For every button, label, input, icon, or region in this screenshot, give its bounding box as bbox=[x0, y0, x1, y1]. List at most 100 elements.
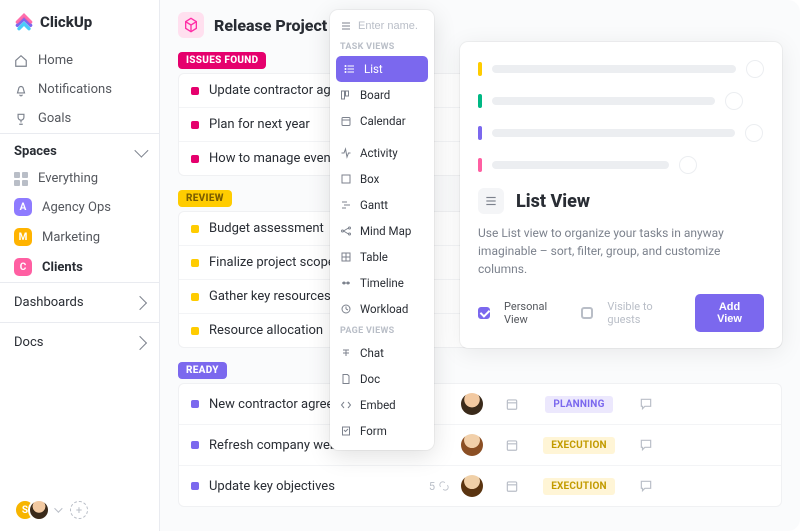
comment-icon[interactable] bbox=[639, 397, 653, 411]
sidebar-space-item[interactable]: AAgency Ops bbox=[0, 192, 159, 222]
nav-label: Notifications bbox=[38, 82, 112, 97]
visible-guests-label: Visible to guests bbox=[607, 300, 681, 326]
status-dot bbox=[191, 293, 199, 301]
activity-icon bbox=[340, 147, 352, 159]
view-option-label: Workload bbox=[360, 302, 408, 316]
task-row[interactable]: Update key objectives5 EXECUTION bbox=[179, 466, 781, 506]
view-option-label: Gantt bbox=[360, 198, 388, 212]
view-option-doc[interactable]: Doc bbox=[330, 366, 434, 392]
comment-icon[interactable] bbox=[639, 438, 653, 452]
view-option-board[interactable]: Board bbox=[330, 82, 434, 108]
add-view-button[interactable]: Add View bbox=[695, 294, 764, 332]
status-chip[interactable]: EXECUTION bbox=[543, 437, 615, 454]
view-option-mind-map[interactable]: Mind Map bbox=[330, 218, 434, 244]
view-option-gantt[interactable]: Gantt bbox=[330, 192, 434, 218]
group-badge[interactable]: REVIEW bbox=[178, 190, 232, 207]
home-icon bbox=[14, 54, 28, 68]
doc-icon bbox=[340, 373, 352, 385]
section-label: Docs bbox=[14, 335, 43, 350]
view-detail-panel: List View Use List view to organize your… bbox=[460, 42, 782, 348]
chevron-right-icon bbox=[133, 335, 147, 349]
space-everything[interactable]: Everything bbox=[0, 165, 159, 192]
view-option-box[interactable]: Box bbox=[330, 166, 434, 192]
space-label: Clients bbox=[42, 260, 83, 275]
sidebar-space-item[interactable]: CClients bbox=[0, 252, 159, 282]
skeleton-line bbox=[492, 129, 735, 137]
view-option-label: Box bbox=[360, 172, 379, 186]
chat-icon bbox=[340, 347, 352, 359]
skeleton-row bbox=[478, 124, 764, 142]
task-group: READY New contractor agreement PLANNING R… bbox=[160, 362, 800, 521]
status-dot bbox=[191, 155, 199, 163]
chevron-down-icon bbox=[134, 143, 148, 157]
status-dot bbox=[191, 259, 199, 267]
calendar-icon[interactable] bbox=[505, 479, 519, 493]
skeleton-row bbox=[478, 92, 764, 110]
spaces-header[interactable]: Spaces bbox=[0, 133, 159, 165]
status-dot bbox=[191, 225, 199, 233]
sidebar: ClickUp Home Notifications Goals Spaces … bbox=[0, 0, 160, 531]
task-row[interactable]: New contractor agreement PLANNING bbox=[179, 384, 781, 425]
view-option-table[interactable]: Table bbox=[330, 244, 434, 270]
space-badge: M bbox=[14, 228, 32, 246]
table-icon bbox=[340, 251, 352, 263]
assignee-avatar[interactable] bbox=[461, 393, 483, 415]
nav-notifications[interactable]: Notifications bbox=[0, 75, 159, 104]
calendar-icon[interactable] bbox=[505, 397, 519, 411]
view-option-calendar[interactable]: Calendar bbox=[330, 108, 434, 134]
view-option-label: Mind Map bbox=[360, 224, 411, 238]
chevron-down-icon bbox=[54, 504, 62, 512]
view-option-activity[interactable]: Activity bbox=[330, 140, 434, 166]
view-option-list[interactable]: List bbox=[336, 56, 428, 82]
calendar-icon[interactable] bbox=[505, 438, 519, 452]
status-dot bbox=[191, 87, 199, 95]
view-option-form[interactable]: Form bbox=[330, 418, 434, 444]
group-badge[interactable]: READY bbox=[178, 362, 227, 379]
view-option-embed[interactable]: Embed bbox=[330, 392, 434, 418]
nav-label: Home bbox=[38, 53, 73, 68]
timeline-icon bbox=[340, 277, 352, 289]
assignee-avatar[interactable] bbox=[461, 475, 483, 497]
view-option-workload[interactable]: Workload bbox=[330, 296, 434, 322]
task-title: Update key objectives bbox=[209, 479, 419, 494]
status-chip[interactable]: PLANNING bbox=[545, 396, 612, 413]
mind-map-icon bbox=[340, 225, 352, 237]
task-row[interactable]: Refresh company website EXECUTION bbox=[179, 425, 781, 466]
skeleton-line bbox=[492, 65, 736, 73]
chevron-right-icon bbox=[133, 295, 147, 309]
task-list: New contractor agreement PLANNING Refres… bbox=[178, 383, 782, 507]
sidebar-section[interactable]: Dashboards bbox=[0, 282, 159, 322]
avatar-image bbox=[28, 499, 50, 521]
logo-icon bbox=[14, 12, 34, 32]
view-option-label: Doc bbox=[360, 372, 380, 386]
sidebar-section[interactable]: Docs bbox=[0, 322, 159, 362]
spaces-label: Spaces bbox=[14, 144, 57, 159]
project-icon bbox=[178, 12, 204, 38]
status-dot bbox=[191, 121, 199, 129]
nav-goals[interactable]: Goals bbox=[0, 104, 159, 133]
view-option-timeline[interactable]: Timeline bbox=[330, 270, 434, 296]
logo[interactable]: ClickUp bbox=[0, 0, 159, 46]
nav-home[interactable]: Home bbox=[0, 46, 159, 75]
logo-text: ClickUp bbox=[40, 13, 92, 31]
personal-view-checkbox[interactable] bbox=[478, 307, 490, 319]
task-views-label: TASK VIEWS bbox=[330, 38, 434, 56]
skeleton-color-bar bbox=[478, 62, 482, 76]
skeleton-row bbox=[478, 60, 764, 78]
add-user-button[interactable]: + bbox=[70, 501, 88, 519]
comment-icon[interactable] bbox=[639, 479, 653, 493]
board-icon bbox=[340, 89, 352, 101]
visible-guests-checkbox[interactable] bbox=[581, 307, 593, 319]
grid-icon bbox=[14, 172, 28, 186]
user-avatar-bar[interactable]: S + bbox=[14, 499, 88, 521]
view-option-label: Table bbox=[360, 250, 388, 264]
status-chip[interactable]: EXECUTION bbox=[543, 478, 615, 495]
list-icon bbox=[344, 63, 356, 75]
group-badge[interactable]: ISSUES FOUND bbox=[178, 52, 266, 69]
view-name-input[interactable] bbox=[358, 20, 418, 32]
assignee-avatar[interactable] bbox=[461, 434, 483, 456]
sidebar-space-item[interactable]: MMarketing bbox=[0, 222, 159, 252]
skeleton-row bbox=[478, 156, 764, 174]
view-option-chat[interactable]: Chat bbox=[330, 340, 434, 366]
detail-title: List View bbox=[516, 191, 590, 212]
